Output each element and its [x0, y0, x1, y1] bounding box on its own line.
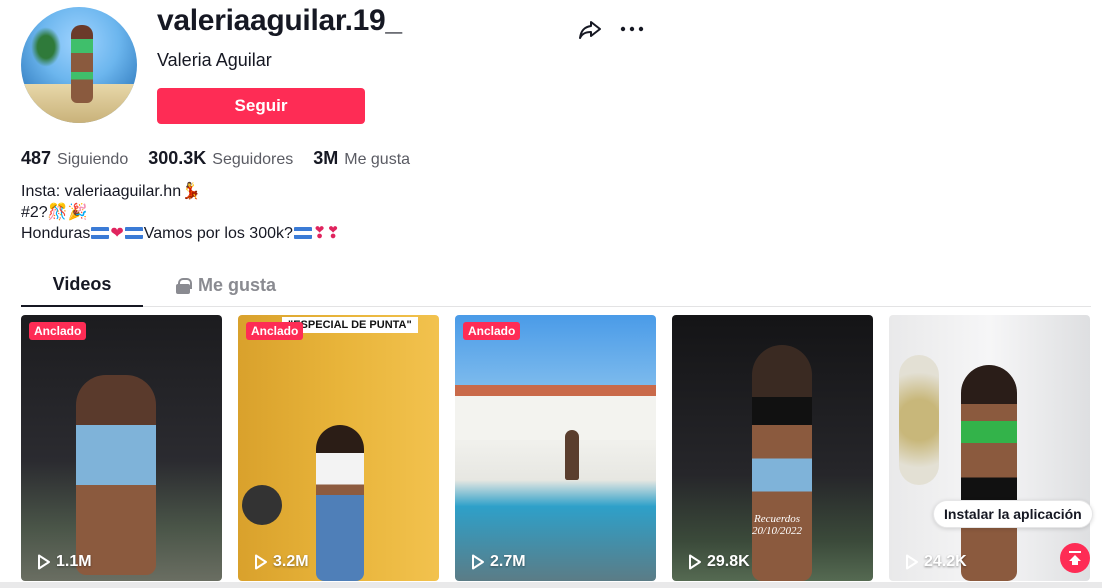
video-grid: Anclado 1.1M "ESPECIAL DE PUNTA" Anclado… — [21, 315, 1090, 581]
video-thumbnail — [455, 315, 656, 581]
share-icon — [579, 21, 601, 39]
arrow-up-icon — [1069, 551, 1081, 565]
video-views-count: 1.1M — [56, 553, 92, 570]
profile-username: valeriaaguilar.19_ — [157, 4, 402, 37]
follow-button[interactable]: Seguir — [157, 88, 365, 124]
pinned-badge: Anclado — [29, 322, 87, 340]
play-icon — [906, 554, 918, 570]
profile-avatar — [21, 7, 137, 123]
bio-line-3: Honduras ❤ Vamos por los 300k? ❣❣ — [21, 223, 340, 244]
avatar-palm — [31, 27, 61, 67]
bio-line-1: Insta: valeriaaguilar.hn💃 — [21, 181, 340, 202]
thumbnail-building — [455, 385, 656, 440]
avatar-figure — [71, 25, 93, 103]
profile-display-name: Valeria Aguilar — [157, 50, 272, 70]
more-options-button[interactable] — [618, 16, 646, 44]
play-icon — [472, 554, 484, 570]
stat-likes: 3M Me gusta — [313, 148, 410, 169]
bio-line-3-text-b: Vamos por los 300k? — [143, 225, 293, 242]
honduras-flag-icon — [293, 227, 312, 239]
video-views: 24.2K — [905, 553, 967, 571]
lock-icon — [175, 277, 192, 294]
stat-following-label: Siguiendo — [57, 151, 129, 168]
stat-following-value: 487 — [21, 148, 52, 168]
thumbnail-figure — [752, 345, 812, 581]
thumbnail-figure — [565, 430, 579, 480]
thumbnail-motorbike — [242, 485, 282, 525]
more-icon — [620, 26, 644, 32]
thumbnail-plants — [899, 355, 939, 485]
video-views-count: 29.8K — [707, 553, 750, 570]
pinned-badge: Anclado — [246, 322, 304, 340]
video-card[interactable]: "ESPECIAL DE PUNTA" Anclado 3.2M — [238, 315, 439, 581]
bio-line-3-text-a: Honduras — [21, 225, 91, 242]
video-caption: Recuerdos 20/10/2022 — [751, 513, 803, 537]
exclamation-heart-icon: ❣❣ — [312, 225, 340, 242]
video-card[interactable]: Anclado 2.7M — [455, 315, 656, 581]
install-app-button[interactable]: Instalar la aplicación — [933, 500, 1093, 528]
profile-tabs: Videos Me gusta — [21, 264, 1091, 307]
video-views: 2.7M — [471, 553, 526, 571]
video-views: 29.8K — [688, 553, 750, 571]
video-views-count: 24.2K — [924, 553, 967, 570]
play-icon — [255, 554, 267, 570]
bottom-scroll-edge — [0, 582, 1102, 588]
dancer-emoji-icon: 💃 — [181, 183, 202, 200]
tab-liked[interactable]: Me gusta — [171, 264, 281, 307]
video-views: 3.2M — [254, 553, 309, 571]
stat-followers-label: Seguidores — [212, 151, 294, 168]
tab-liked-label: Me gusta — [197, 275, 276, 295]
share-button[interactable] — [576, 16, 604, 44]
play-icon — [38, 554, 50, 570]
video-card[interactable]: Anclado 1.1M — [21, 315, 222, 581]
video-views: 1.1M — [37, 553, 92, 571]
profile-bio: Insta: valeriaaguilar.hn💃 #2?🎊🎉 Honduras… — [21, 181, 340, 244]
play-icon — [689, 554, 701, 570]
scroll-to-top-button[interactable] — [1060, 543, 1090, 573]
bio-line-2: #2?🎊🎉 — [21, 202, 340, 223]
heart-emoji-icon: ❤ — [110, 225, 124, 242]
thumbnail-figure — [316, 425, 364, 581]
pinned-badge: Anclado — [463, 322, 521, 340]
video-views-count: 3.2M — [273, 553, 309, 570]
video-views-count: 2.7M — [490, 553, 526, 570]
honduras-flag-icon — [124, 227, 143, 239]
profile-stats: 487 Siguiendo 300.3K Seguidores 3M Me gu… — [21, 148, 410, 169]
stat-followers[interactable]: 300.3K Seguidores — [148, 148, 293, 169]
bio-line-2-text: #2? — [21, 204, 48, 221]
thumbnail-figure — [76, 375, 156, 575]
video-card[interactable]: Recuerdos 20/10/2022 29.8K — [672, 315, 873, 581]
tab-videos[interactable]: Videos — [21, 264, 143, 307]
stat-likes-value: 3M — [313, 148, 339, 168]
stat-followers-value: 300.3K — [148, 148, 207, 168]
stat-following[interactable]: 487 Siguiendo — [21, 148, 128, 169]
honduras-flag-icon — [91, 227, 110, 239]
video-card[interactable]: 24.2K — [889, 315, 1090, 581]
confetti-emoji-icon: 🎊🎉 — [47, 204, 88, 221]
thumbnail-figure — [961, 365, 1017, 581]
stat-likes-label: Me gusta — [344, 151, 411, 168]
bio-line-1-text: Insta: valeriaaguilar.hn — [21, 183, 182, 200]
